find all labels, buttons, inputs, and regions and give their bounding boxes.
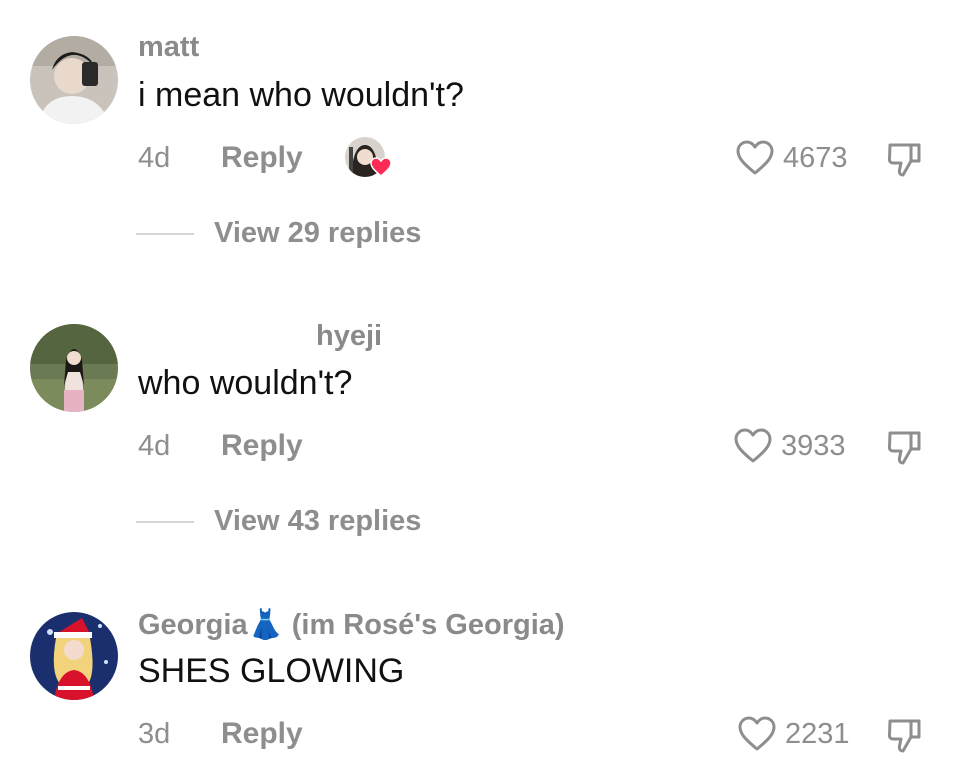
dislike-button[interactable]: [884, 141, 924, 184]
like-button[interactable]: 3933: [733, 427, 846, 465]
comment-text: SHES GLOWING: [138, 652, 405, 690]
comment-age: 3d: [138, 718, 171, 750]
avatar[interactable]: [30, 612, 118, 700]
view-replies-label: View 29 replies: [214, 217, 422, 249]
avatar[interactable]: [30, 36, 118, 124]
heart-filled-icon: [370, 157, 392, 177]
avatar[interactable]: [30, 324, 118, 412]
reply-button[interactable]: Reply: [221, 141, 303, 175]
username[interactable]: matt: [138, 31, 199, 64]
thumbs-down-icon: [887, 431, 921, 465]
thumbs-down-icon: [887, 143, 921, 177]
like-button[interactable]: 2231: [737, 715, 850, 753]
creator-liked-badge: [345, 137, 392, 183]
like-button[interactable]: 4673: [735, 139, 848, 177]
comment-age: 4d: [138, 430, 171, 462]
heart-outline-icon: [738, 716, 776, 751]
dislike-button[interactable]: [884, 429, 924, 472]
comment-text: who wouldn't?: [138, 364, 353, 402]
view-replies-button[interactable]: View 43 replies: [136, 505, 421, 538]
view-replies-button[interactable]: View 29 replies: [136, 217, 421, 250]
username[interactable]: Georgia👗 (im Rosé's Georgia): [138, 608, 565, 642]
like-count: 4673: [783, 141, 848, 174]
heart-outline-icon: [734, 428, 772, 463]
heart-outline-icon: [736, 140, 774, 175]
comment-age: 4d: [138, 142, 171, 174]
thumbs-down-icon: [887, 719, 921, 753]
like-count: 3933: [781, 429, 846, 462]
username[interactable]: hyeji: [316, 320, 382, 353]
like-count: 2231: [785, 717, 850, 750]
comment-text: i mean who wouldn't?: [138, 76, 464, 114]
dislike-button[interactable]: [884, 717, 924, 760]
reply-button[interactable]: Reply: [221, 429, 303, 463]
view-replies-label: View 43 replies: [214, 505, 422, 537]
reply-button[interactable]: Reply: [221, 717, 303, 751]
divider: [136, 520, 194, 523]
divider: [136, 232, 194, 235]
